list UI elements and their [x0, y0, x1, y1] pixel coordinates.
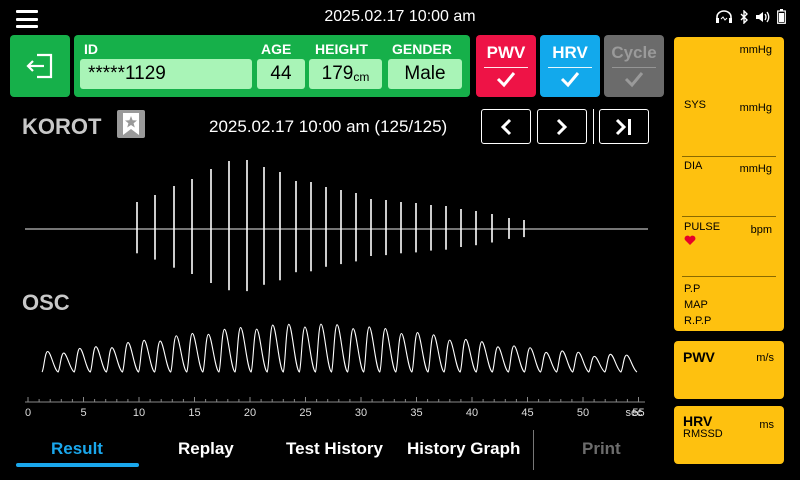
bookmark-button[interactable]: [117, 110, 145, 138]
status-icons: [715, 9, 786, 24]
pwv-result-panel: PWV m/s: [674, 341, 784, 399]
gender-label: GENDER: [392, 41, 452, 57]
axis-ticks: [27, 397, 639, 402]
dia-unit: mmHg: [739, 163, 772, 175]
id-field[interactable]: *****1129: [80, 59, 252, 89]
pulse-unit: bpm: [750, 224, 772, 236]
osc-waveform: [41, 323, 638, 373]
hrv-sub-label: RMSSD: [683, 428, 723, 440]
logout-icon: [26, 53, 53, 79]
header-datetime: 2025.02.17 10:00 am: [324, 8, 476, 25]
tab-history-graph[interactable]: History Graph: [407, 439, 520, 459]
sys-unit: mmHg: [739, 102, 772, 114]
time-axis-tick-label: 5: [80, 407, 87, 419]
time-axis-tick-label: 15: [188, 407, 201, 419]
dia-label: DIA: [684, 160, 703, 172]
bluetooth-icon: [740, 9, 748, 24]
hrv-toggle-label: HRV: [552, 43, 588, 62]
patient-info-panel: ID *****1129 AGE 44 HEIGHT 179 cm GENDER …: [74, 35, 470, 97]
time-axis-tick-label: 10: [132, 407, 146, 419]
check-icon: [496, 72, 516, 88]
time-axis-unit: sec: [625, 407, 643, 419]
cycle-toggle-label: Cycle: [611, 43, 657, 62]
chevron-left-icon: [500, 118, 512, 135]
time-axis-tick-label: 35: [410, 407, 423, 419]
pulse-label: PULSE: [684, 221, 721, 233]
time-axis-tick-label: 50: [576, 407, 590, 419]
volume-icon: [756, 11, 770, 22]
pwv-toggle-label: PWV: [486, 43, 526, 62]
check-icon: [560, 72, 580, 88]
tab-replay[interactable]: Replay: [178, 439, 234, 459]
time-axis-tick-label: 20: [243, 407, 257, 419]
tab-divider: [533, 430, 534, 470]
hrv-result-label: HRV: [683, 413, 713, 429]
id-label: ID: [84, 41, 98, 57]
time-axis-tick-label: 30: [354, 407, 368, 419]
heart-icon: [684, 235, 696, 245]
time-axis-tick-label: 45: [521, 407, 534, 419]
time-axis-tick-label: 0: [24, 407, 32, 419]
time-axis-tick-label: 25: [299, 407, 312, 419]
height-label: HEIGHT: [315, 41, 368, 57]
map-label: MAP: [684, 299, 708, 311]
hrv-toggle[interactable]: HRV: [540, 35, 600, 97]
height-value: 179: [321, 63, 354, 84]
tab-test-history[interactable]: Test History: [286, 439, 383, 459]
pp-label: P.P: [684, 283, 701, 295]
pwv-toggle[interactable]: PWV: [476, 35, 536, 97]
time-axis-tick-label: 40: [465, 407, 479, 419]
age-label: AGE: [261, 41, 292, 57]
logout-button[interactable]: [10, 35, 70, 97]
record-info: 2025.02.17 10:00 am (125/125): [209, 117, 448, 136]
check-icon: [624, 72, 644, 88]
waveform-graph: [25, 160, 648, 403]
next-record-button[interactable]: [537, 109, 587, 144]
bookmark-star-icon: [123, 113, 139, 135]
prev-record-button[interactable]: [481, 109, 531, 144]
korot-pulses: [136, 160, 525, 292]
battery-icon: [777, 9, 786, 24]
korot-title: KOROT: [22, 114, 102, 139]
rpp-label: R.P.P: [684, 315, 712, 327]
sys-label: SYS: [684, 99, 707, 111]
top-unit: mmHg: [739, 44, 772, 56]
hrv-result-panel: HRV RMSSD ms: [674, 406, 784, 464]
chevron-right-icon: [556, 118, 568, 135]
age-field[interactable]: 44: [257, 59, 305, 89]
height-field[interactable]: 179 cm: [309, 59, 382, 89]
height-unit: cm: [353, 69, 370, 84]
pwv-unit: m/s: [756, 352, 774, 364]
bp-results-panel: mmHg SYS mmHg DIA mmHg PULSE bpm P.P MAP…: [674, 37, 784, 331]
last-record-button[interactable]: [599, 109, 649, 144]
gender-field[interactable]: Male: [388, 59, 462, 89]
cycle-toggle[interactable]: Cycle: [604, 35, 664, 97]
active-tab-indicator: [16, 463, 139, 467]
print-button[interactable]: Print: [582, 439, 621, 459]
skip-to-end-icon: [615, 118, 631, 135]
hrv-unit: ms: [759, 419, 774, 431]
headset-icon: [716, 9, 732, 23]
pwv-result-label: PWV: [683, 349, 715, 365]
tab-result[interactable]: Result: [51, 439, 103, 459]
